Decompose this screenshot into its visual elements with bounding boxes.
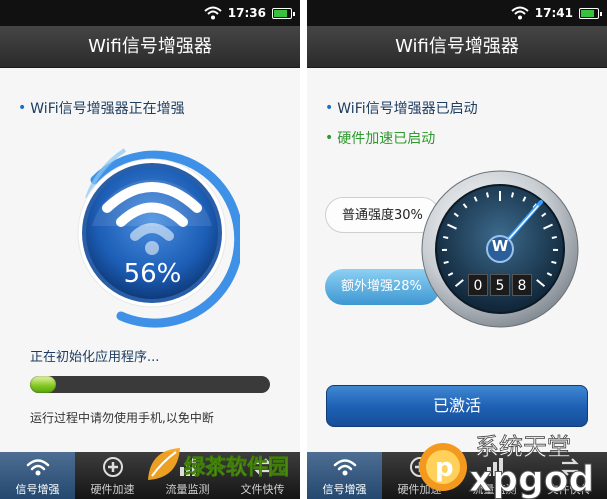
tab-label: 文件快传 bbox=[240, 483, 285, 496]
speedometer-tick bbox=[485, 192, 490, 198]
tab-label: 流量监测 bbox=[472, 483, 517, 496]
speedometer-tick bbox=[551, 235, 557, 239]
status-bar: 17:36 bbox=[0, 0, 300, 26]
tab-file-transfer[interactable]: 文件快传 bbox=[225, 452, 300, 499]
speedometer-tick bbox=[510, 192, 515, 198]
battery-icon bbox=[272, 7, 295, 19]
accel-status: • 硬件加速已启动 bbox=[325, 128, 435, 148]
boost-status: • WiFi信号增强器已启动 bbox=[325, 98, 478, 118]
chart-icon bbox=[179, 458, 196, 476]
clock: 17:36 bbox=[227, 6, 266, 20]
signal-boost-gauge: 56% bbox=[65, 138, 244, 328]
init-progress-bar bbox=[30, 376, 270, 393]
speedometer-tick bbox=[551, 260, 557, 265]
accel-status-text: 硬件加速已启动 bbox=[337, 131, 436, 147]
counter-digit: 8 bbox=[512, 274, 532, 296]
tab-traffic-monitor[interactable]: 流量监测 bbox=[457, 452, 532, 499]
tab-hardware-accel[interactable]: 硬件加速 bbox=[75, 452, 150, 499]
boost-status: • WiFi信号增强器正在增强 bbox=[18, 98, 185, 118]
plus-circle-icon bbox=[102, 457, 123, 477]
init-status-text: 正在初始化应用程序... bbox=[30, 350, 160, 365]
tab-file-transfer[interactable]: 文件快传 bbox=[532, 452, 607, 499]
right-screen: 17:41 Wifi信号增强器 • WiFi信号增强器已启动 • 硬件加速已启动… bbox=[307, 0, 607, 499]
boost-percent: 56% bbox=[123, 259, 182, 289]
tab-signal-boost[interactable]: 信号增强 bbox=[0, 452, 75, 499]
gauge-graphic bbox=[77, 148, 244, 328]
boost-status-text: WiFi信号增强器正在增强 bbox=[30, 101, 185, 117]
bullet-icon: • bbox=[325, 130, 334, 146]
bullet-icon: • bbox=[18, 100, 27, 116]
wifi-icon bbox=[333, 459, 356, 476]
plus-circle-icon bbox=[409, 457, 430, 477]
tab-label: 信号增强 bbox=[322, 483, 367, 496]
counter-digit: 0 bbox=[468, 274, 488, 296]
speed-counter: 0 5 8 bbox=[468, 274, 532, 296]
transfer-icon bbox=[560, 458, 579, 476]
speedometer: W 0 5 8 bbox=[420, 169, 580, 329]
wifi-icon bbox=[26, 459, 49, 476]
left-screen: 17:36 Wifi信号增强器 • WiFi信号增强器正在增强 56% 正在初始… bbox=[0, 0, 300, 499]
activated-button[interactable]: 已激活 bbox=[326, 385, 588, 427]
bottom-tab-bar: 信号增强 硬件加速 流量监测 文件快传 bbox=[307, 452, 607, 499]
boost-status-text: WiFi信号增强器已启动 bbox=[337, 101, 478, 117]
tab-label: 文件快传 bbox=[547, 483, 592, 496]
init-progress-fill bbox=[30, 376, 57, 393]
clock: 17:41 bbox=[534, 6, 573, 20]
tab-traffic-monitor[interactable]: 流量监测 bbox=[150, 452, 225, 499]
chart-icon bbox=[486, 458, 503, 476]
tab-label: 流量监测 bbox=[165, 483, 210, 496]
screen-divider bbox=[300, 0, 307, 499]
warning-hint: 运行过程中请勿使用手机,以免中断 bbox=[30, 411, 214, 425]
counter-digit: 5 bbox=[490, 274, 510, 296]
wifi-signal-icon bbox=[204, 6, 222, 20]
tab-signal-boost[interactable]: 信号增强 bbox=[307, 452, 382, 499]
speedometer-tick bbox=[443, 260, 449, 265]
app-title: Wifi信号增强器 bbox=[307, 26, 607, 68]
transfer-icon bbox=[253, 458, 272, 476]
app-title: Wifi信号增强器 bbox=[0, 26, 300, 68]
bottom-tab-bar: 信号增强 硬件加速 流量监测 文件快传 bbox=[0, 452, 300, 499]
tab-label: 信号增强 bbox=[15, 483, 60, 496]
wifi-signal-icon bbox=[511, 6, 529, 20]
tab-label: 硬件加速 bbox=[90, 483, 135, 496]
tab-label: 硬件加速 bbox=[397, 483, 442, 496]
tab-hardware-accel[interactable]: 硬件加速 bbox=[382, 452, 457, 499]
battery-icon bbox=[579, 7, 602, 19]
speedometer-logo: W bbox=[491, 237, 509, 255]
bullet-icon: • bbox=[325, 100, 334, 116]
speedometer-tick bbox=[443, 235, 449, 239]
status-bar: 17:41 bbox=[307, 0, 607, 26]
